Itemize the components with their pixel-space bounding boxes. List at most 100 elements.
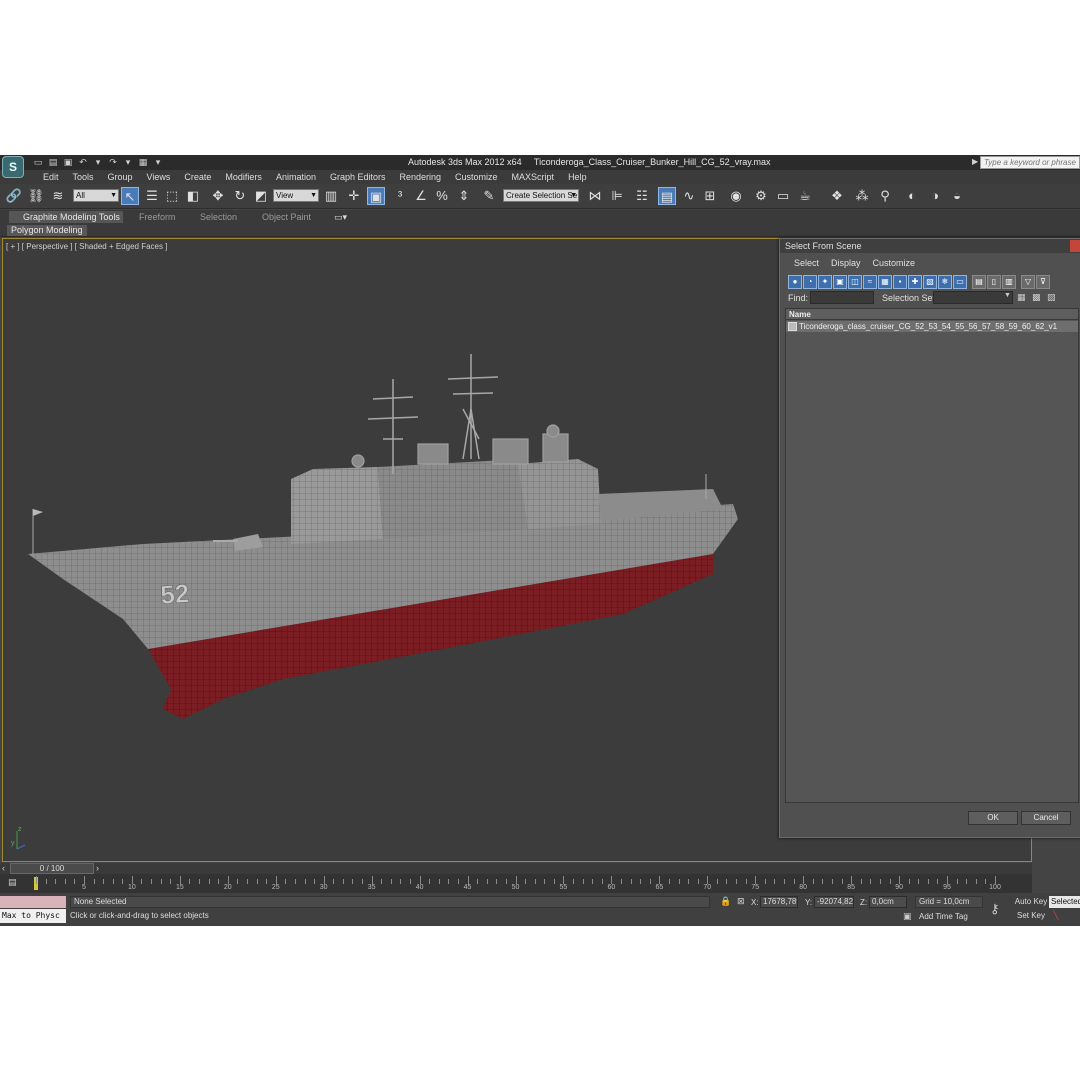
menu-rendering[interactable]: Rendering bbox=[393, 172, 449, 182]
application-button-icon[interactable]: S bbox=[2, 156, 24, 178]
auto-key-button[interactable]: Auto Key bbox=[1014, 896, 1048, 908]
dialog-menu-display[interactable]: Display bbox=[825, 258, 867, 268]
menu-maxscript[interactable]: MAXScript bbox=[505, 172, 562, 182]
layer-manager-icon[interactable]: ☷ bbox=[633, 187, 651, 205]
display-cameras-icon[interactable]: ▣ bbox=[833, 275, 847, 289]
viewport-label[interactable]: [ + ] [ Perspective ] [ Shaded + Edged F… bbox=[6, 242, 167, 251]
scene-object-list[interactable]: Name Ticonderoga_class_cruiser_CG_52_53_… bbox=[785, 308, 1079, 803]
align-icon[interactable]: ⊫ bbox=[608, 187, 626, 205]
add-time-tag-button[interactable]: Add Time Tag bbox=[915, 911, 983, 923]
new-file-icon[interactable]: ▭ bbox=[32, 157, 44, 168]
select-and-manipulate-icon[interactable]: ✛ bbox=[345, 187, 363, 205]
display-geometry-icon[interactable]: ● bbox=[788, 275, 802, 289]
sync-selection-icon[interactable]: ▨ bbox=[1047, 292, 1056, 303]
menu-modifiers[interactable]: Modifiers bbox=[218, 172, 269, 182]
ok-button[interactable]: OK bbox=[968, 811, 1018, 825]
display-containers-icon[interactable]: ▧ bbox=[923, 275, 937, 289]
open-file-icon[interactable]: ▤ bbox=[47, 157, 59, 168]
select-dependents-icon[interactable]: ▩ bbox=[1032, 292, 1041, 303]
select-and-move-icon[interactable]: ✥ bbox=[209, 187, 227, 205]
time-slider[interactable]: ‹ 0 / 100 › bbox=[0, 863, 1032, 874]
time-tag-icon[interactable]: ▣ bbox=[903, 911, 912, 922]
display-helpers-icon[interactable]: ◫ bbox=[848, 275, 862, 289]
render-setup-icon[interactable]: ⚙ bbox=[752, 187, 770, 205]
display-groups-icon[interactable]: ▦ bbox=[878, 275, 892, 289]
y-coordinate-field[interactable]: -92074,828 bbox=[814, 896, 854, 908]
menu-customize[interactable]: Customize bbox=[448, 172, 505, 182]
next-frame-icon[interactable]: › bbox=[96, 863, 99, 873]
polygon-modeling-panel[interactable]: Polygon Modeling bbox=[7, 225, 87, 236]
select-by-name-icon[interactable]: ☰ bbox=[143, 187, 161, 205]
customize-qa-icon[interactable]: ▾ bbox=[152, 157, 164, 168]
keyboard-shortcut-override-icon[interactable]: ▣ bbox=[367, 187, 385, 205]
filter-options-icon[interactable]: ⊽ bbox=[1036, 275, 1050, 289]
infocenter-search-input[interactable]: Type a keyword or phrase bbox=[980, 156, 1080, 169]
menu-graph-editors[interactable]: Graph Editors bbox=[323, 172, 393, 182]
display-lights-icon[interactable]: ✦ bbox=[818, 275, 832, 289]
display-frozen-icon[interactable]: ❄ bbox=[938, 275, 952, 289]
display-invert-icon[interactable]: ▥ bbox=[1002, 275, 1016, 289]
dialog-menu-select[interactable]: Select bbox=[788, 258, 825, 268]
selection-lock-icon[interactable]: 🔒 bbox=[720, 896, 731, 907]
tab-graphite-modeling-tools[interactable]: Graphite Modeling Tools bbox=[9, 211, 123, 223]
save-file-icon[interactable]: ▣ bbox=[62, 157, 74, 168]
rendered-frame-window-icon[interactable]: ▭ bbox=[774, 187, 792, 205]
mirror-icon[interactable]: ⋈ bbox=[586, 187, 604, 205]
filter-icon[interactable]: ▽ bbox=[1021, 275, 1035, 289]
selection-filter-dropdown[interactable]: All ▼ bbox=[73, 189, 119, 202]
absolute-mode-icon[interactable]: ⊠ bbox=[737, 896, 745, 907]
x-coordinate-field[interactable]: 17678,789 bbox=[760, 896, 798, 908]
key-icon[interactable]: ⚷ bbox=[990, 901, 1000, 917]
select-and-scale-icon[interactable]: ◩ bbox=[252, 187, 270, 205]
display-all-icon[interactable]: ▤ bbox=[972, 275, 986, 289]
menu-create[interactable]: Create bbox=[177, 172, 218, 182]
graphite-ribbon-toggle-icon[interactable]: ▤ bbox=[658, 187, 676, 205]
list-item[interactable]: Ticonderoga_class_cruiser_CG_52_53_54_55… bbox=[786, 321, 1078, 332]
key-mode-icon[interactable]: ╲ bbox=[1053, 910, 1058, 921]
selection-set-arrow-icon[interactable]: ▼ bbox=[1004, 292, 1011, 299]
name-column-header[interactable]: Name bbox=[786, 309, 1078, 320]
display-hidden-icon[interactable]: ▭ bbox=[953, 275, 967, 289]
track-bar[interactable]: ▤ 5 10 15 20 25 30 35 40 45 50 55 60 65 70 75 80 85 90 95 1… bbox=[0, 874, 1032, 893]
ribbon-options-icon[interactable]: ▭▾ bbox=[334, 211, 347, 223]
redo-icon[interactable]: ↷ bbox=[107, 157, 119, 168]
curve-editor-icon[interactable]: ∿ bbox=[680, 187, 698, 205]
asset-tracking-icon[interactable]: ⁂ bbox=[853, 187, 871, 205]
ship-model[interactable]: 52 bbox=[23, 349, 753, 729]
select-and-link-icon[interactable]: 🔗 bbox=[5, 187, 23, 205]
redo-dropdown-icon[interactable]: ▾ bbox=[122, 157, 134, 168]
key-filter-dropdown[interactable]: Selected bbox=[1049, 896, 1080, 908]
curve-editor-mini-icon[interactable]: ▤ bbox=[8, 877, 17, 888]
spinner-snap-icon[interactable]: ⇕ bbox=[455, 187, 473, 205]
angle-snap-icon[interactable]: ∠ bbox=[412, 187, 430, 205]
maxscript-listener-input[interactable]: Max to Physc bbox=[0, 909, 66, 923]
rectangular-selection-icon[interactable]: ⬚ bbox=[163, 187, 181, 205]
pivot-center-icon[interactable]: ▥ bbox=[322, 187, 340, 205]
snaps-toggle-icon[interactable]: ³ bbox=[391, 187, 409, 205]
dialog-menu-customize[interactable]: Customize bbox=[867, 258, 922, 268]
search-expand-icon[interactable]: ▶ bbox=[972, 157, 978, 166]
tab-selection[interactable]: Selection bbox=[200, 211, 237, 223]
simulation-reset-icon[interactable]: ◑ bbox=[926, 187, 944, 205]
prev-frame-icon[interactable]: ‹ bbox=[2, 863, 5, 873]
menu-help[interactable]: Help bbox=[561, 172, 594, 182]
schematic-view-icon[interactable]: ⊞ bbox=[701, 187, 719, 205]
display-shapes-icon[interactable]: ◔ bbox=[803, 275, 817, 289]
menu-animation[interactable]: Animation bbox=[269, 172, 323, 182]
named-selection-sets-dropdown[interactable]: Create Selection Se ▼ bbox=[503, 189, 579, 202]
z-coordinate-field[interactable]: 0,0cm bbox=[869, 896, 907, 908]
menu-group[interactable]: Group bbox=[101, 172, 140, 182]
display-bones-icon[interactable]: ✚ bbox=[908, 275, 922, 289]
menu-edit[interactable]: Edit bbox=[36, 172, 66, 182]
bind-space-warp-icon[interactable]: ≋ bbox=[49, 187, 67, 205]
render-production-icon[interactable]: ☕ bbox=[796, 187, 814, 205]
menu-views[interactable]: Views bbox=[140, 172, 178, 182]
select-children-icon[interactable]: ▦ bbox=[1017, 292, 1026, 303]
undo-dropdown-icon[interactable]: ▾ bbox=[92, 157, 104, 168]
tab-freeform[interactable]: Freeform bbox=[139, 211, 176, 223]
project-folder-icon[interactable]: ▦ bbox=[137, 157, 149, 168]
menu-tools[interactable]: Tools bbox=[66, 172, 101, 182]
undo-icon[interactable]: ↶ bbox=[77, 157, 89, 168]
selection-set-dropdown[interactable] bbox=[933, 291, 1013, 304]
physx-tool-icon[interactable]: ⚲ bbox=[876, 187, 894, 205]
